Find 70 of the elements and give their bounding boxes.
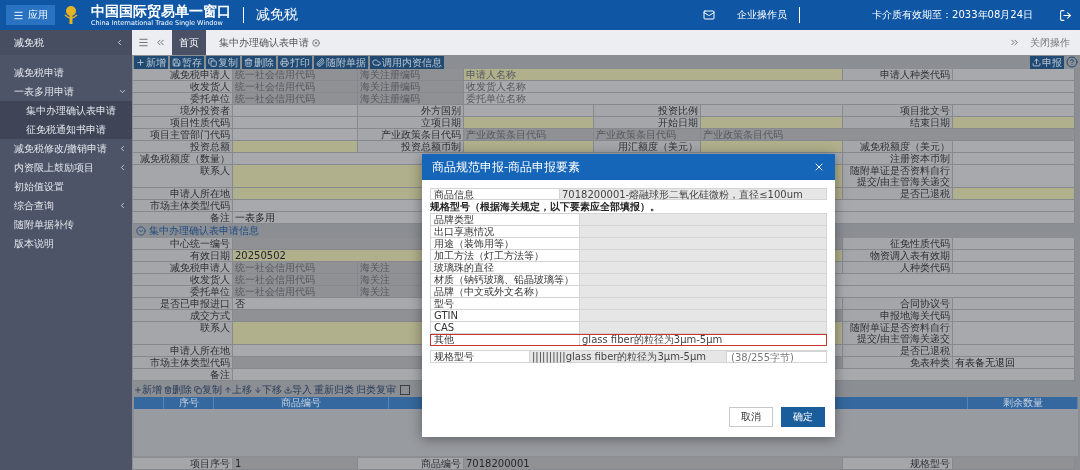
element-label: 材质（钠钙玻璃、铅晶玻璃等） [430,274,580,286]
field-label: 减免税申请人 [133,262,233,274]
field-label: 结束日期 [843,117,953,129]
dialog-title: 商品规范申报-商品申报要素 [432,158,581,176]
field-label: 外方国别 [358,105,464,117]
field-label: 规格型号 [430,351,530,363]
field-label: 商品信息 [430,189,560,200]
field-label: 随附单证是否资料自行提交/由主管海关递交 [843,322,953,345]
field-label: 申请人种类代码 [843,69,953,81]
field-label: 项目批文号 [843,105,953,117]
element-label: CAS [430,322,580,334]
field-label: 委托单位 [133,93,233,105]
field-label: 申请人所在地 [133,188,233,200]
field-label: 成交方式 [133,310,233,322]
field-label: 申请人所在地 [133,345,233,357]
element-label: 加工方法（灯工方法等） [430,250,580,262]
element-label: GTIN [430,310,580,322]
field-label: 中心统一编号 [133,238,233,250]
field-label: 减免税申请人 [133,69,233,81]
portal-title: 中国国际贸易单一窗口 [91,3,231,18]
field-label: 免表种类 [843,357,953,369]
field-label: 合同协议号 [843,298,953,310]
field-label: 开始日期 [594,117,701,129]
element-label: 出口享惠情况 [430,226,580,238]
field-label: 项目序号 [133,458,233,470]
field-label: 用汇额度（美元） [594,141,701,153]
field-label: 联系人 [133,165,233,188]
field-label: 申报地海关代码 [843,310,953,322]
sidebar-title: 减免税 [14,35,44,50]
field-label: 注册资本币制 [843,153,953,165]
module-title: 减免税 [256,6,298,24]
field-label: 是否已申报进口 [133,298,233,310]
field-label: 规格型号 [843,458,953,470]
field-label: 是否已退税 [843,345,953,357]
field-label: 商品编号 [358,458,464,470]
field-label: 有效日期 [133,250,233,262]
field-label: 收发货人 [133,81,233,93]
field-label: 随附单证是否资料自行提交/由主管海关递交 [843,165,953,188]
field-label: 项目主管部门代码 [133,129,233,141]
element-label: 玻璃珠的直径 [430,262,580,274]
field-label: 市场主体类型代码 [133,357,233,369]
element-label: 用途（装饰用等） [430,238,580,250]
element-label: 品牌类型 [430,214,580,226]
field-label: 人种类代码 [843,262,953,274]
field-label: 市场主体类型代码 [133,200,233,212]
field-label: 产业政策条目代码 [358,129,464,141]
goods-info-value: 7018200001-熔融球形二氧化硅微粉，直径≤100um [560,189,827,200]
card-expiry: 卡介质有效期至：2033年08月24日 [872,8,1033,22]
field-label: 委托单位 [133,286,233,298]
field-label: 备注 [133,212,233,224]
field-label: 投资比例 [594,105,701,117]
byte-count: (38/255字节) [727,351,827,363]
field-label: 是否已退税 [843,188,953,200]
field-label: 立项日期 [358,117,464,129]
field-label: 境外投资者 [133,105,233,117]
field-label: 收发货人 [133,274,233,286]
field-label: 联系人 [133,322,233,345]
field-label: 减免税额度（美元） [843,141,953,153]
field-label: 备注 [133,369,233,381]
field-label: 物资调入表有效期 [843,250,953,262]
field-label: 减免税额度（数量） [133,153,233,165]
section-title: 集中办理确认表申请信息 [149,224,259,238]
user-role: 企业操作员 [737,8,788,22]
instruction-text: 规格型号（根据海关规定，以下要素应全部填报）。 [430,200,661,213]
field-label: 投资总额 [133,141,233,153]
element-label: 品牌（中文或外文名称） [430,286,580,298]
field-label: 投资总额币制 [358,141,464,153]
field-label: 项目性质代码 [133,117,233,129]
field-label: 征免性质代码 [843,238,953,250]
element-label: 型号 [430,298,580,310]
